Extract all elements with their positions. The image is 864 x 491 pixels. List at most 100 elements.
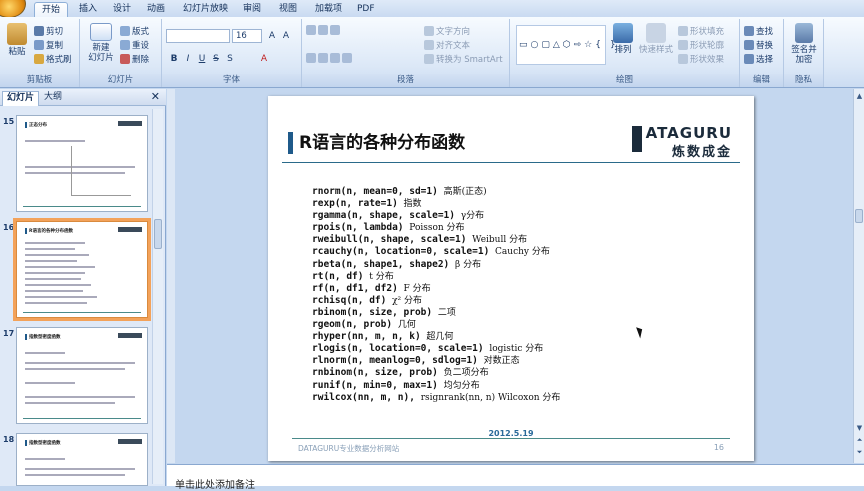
paste-icon xyxy=(7,23,27,45)
next-slide-icon[interactable]: ⏷ xyxy=(855,447,864,457)
smartart-button[interactable]: 转换为 SmartArt xyxy=(424,53,503,65)
slide-scrollbar[interactable]: ▲ ▼ ⏶ ⏷ xyxy=(853,89,864,463)
tab-review[interactable]: 审阅 xyxy=(236,2,268,17)
text-direction-icon xyxy=(424,26,434,36)
scissors-icon xyxy=(34,26,44,36)
align-buttons[interactable] xyxy=(306,53,352,63)
brush-icon xyxy=(34,54,44,64)
copy-button[interactable]: 复制 xyxy=(34,39,63,51)
outline-icon xyxy=(678,40,688,50)
smartart-icon xyxy=(424,54,434,64)
group-editing: 查找 替换 选择 编辑 xyxy=(740,19,784,87)
thumb-logo xyxy=(118,333,142,338)
tab-outline-panel[interactable]: 大纲 xyxy=(40,91,66,106)
group-label-font: 字体 xyxy=(162,74,301,87)
underline-button[interactable]: U xyxy=(196,53,208,65)
tab-view[interactable]: 视图 xyxy=(272,2,304,17)
align-right-icon xyxy=(330,53,340,63)
footer-divider xyxy=(292,438,730,439)
new-slide-button[interactable]: 新建 幻灯片 xyxy=(84,23,118,63)
scroll-thumb[interactable] xyxy=(855,209,863,223)
cut-button[interactable]: 剪切 xyxy=(34,25,63,37)
tab-pdf[interactable]: PDF xyxy=(350,2,382,17)
scroll-up-icon[interactable]: ▲ xyxy=(855,91,864,101)
group-font: 16 A A B I U S S A 字体 xyxy=(162,19,302,87)
layout-button[interactable]: 版式 xyxy=(120,25,149,37)
slide-thumbnail-16[interactable]: R语言的各种分布函数 xyxy=(13,218,151,321)
font-name-combo[interactable] xyxy=(166,29,230,43)
grow-font-icon[interactable]: A xyxy=(266,30,278,42)
office-button[interactable] xyxy=(0,0,26,18)
effects-icon xyxy=(678,54,688,64)
quick-styles-button[interactable]: 快速样式 xyxy=(636,23,676,55)
quick-styles-icon xyxy=(646,23,666,43)
bold-button[interactable]: B xyxy=(168,53,180,65)
reset-icon xyxy=(120,40,130,50)
shape-outline-button[interactable]: 形状轮廓 xyxy=(678,39,724,51)
arrange-button[interactable]: 排列 xyxy=(610,23,636,55)
shapes-gallery[interactable]: ▭○▢△⬡⇨☆{ } xyxy=(516,25,616,65)
thumb-logo xyxy=(118,227,142,232)
shadow-button[interactable]: S xyxy=(224,53,236,65)
slide-title[interactable]: R语言的各种分布函数 xyxy=(288,132,465,154)
shape-fill-button[interactable]: 形状填充 xyxy=(678,25,724,37)
code-line: rhyper(nn, m, n, k) 超几何 xyxy=(312,331,454,343)
tab-addins[interactable]: 加载项 xyxy=(308,2,349,17)
slide-number: 16 xyxy=(713,443,724,452)
reset-button[interactable]: 重设 xyxy=(120,39,149,51)
code-line: rgamma(n, shape, scale=1) γ分布 xyxy=(312,210,485,222)
strikethrough-button[interactable]: S xyxy=(210,53,222,65)
scroll-thumb[interactable] xyxy=(154,219,162,249)
code-line: rwilcox(nn, m, n), rsignrank(nn, n) Wilc… xyxy=(312,391,561,403)
shrink-font-icon[interactable]: A xyxy=(280,30,292,42)
scroll-down-icon[interactable]: ▼ xyxy=(855,423,864,433)
slide-canvas[interactable]: R语言的各种分布函数 ATAGURU 炼数成金 rnorm(n, mean=0,… xyxy=(268,96,754,461)
replace-button[interactable]: 替换 xyxy=(744,39,773,51)
font-color-icon[interactable]: A xyxy=(258,53,270,65)
group-label-drawing: 绘图 xyxy=(510,74,739,87)
code-line: rexp(n, rate=1) 指数 xyxy=(312,198,422,210)
paste-button[interactable]: 粘贴 xyxy=(4,23,30,57)
certificate-icon xyxy=(795,23,813,43)
select-button[interactable]: 选择 xyxy=(744,53,773,65)
group-clipboard: 粘贴 剪切 复制 格式刷 剪贴板 xyxy=(0,19,80,87)
group-drawing: ▭○▢△⬡⇨☆{ } 排列 快速样式 形状填充 形状轮廓 形状效果 绘图 xyxy=(510,19,740,87)
slide-thumbnail-17[interactable]: 指数型密度函数 xyxy=(16,327,148,424)
thumb-number: 17 xyxy=(3,329,15,338)
thumb-title: 正态分布 xyxy=(25,122,47,128)
delete-slide-button[interactable]: 删除 xyxy=(120,53,149,65)
slide-thumbnail-15[interactable]: 正态分布 xyxy=(16,115,148,212)
tab-home[interactable]: 开始 xyxy=(34,2,69,17)
logo-mark xyxy=(632,126,642,152)
code-line: rcauchy(n, location=0, scale=1) Cauchy 分… xyxy=(312,246,550,258)
italic-button[interactable]: I xyxy=(182,53,194,65)
font-size-combo[interactable]: 16 xyxy=(232,29,262,43)
select-icon xyxy=(744,54,754,64)
shape-effects-button[interactable]: 形状效果 xyxy=(678,53,724,65)
code-line: rbeta(n, shape1, shape2) β 分布 xyxy=(312,258,482,270)
close-icon[interactable]: ✕ xyxy=(151,91,160,103)
tab-slides-panel[interactable]: 幻灯片 xyxy=(2,91,40,106)
previous-slide-icon[interactable]: ⏶ xyxy=(855,435,864,445)
logo-text-bottom: 炼数成金 xyxy=(671,145,732,160)
align-text-button[interactable]: 对齐文本 xyxy=(424,39,470,51)
code-text-box[interactable]: rnorm(n, mean=0, sd=1) 高斯(正态) rexp(n, ra… xyxy=(312,186,560,404)
bullets-button[interactable] xyxy=(306,25,340,35)
ribbon-tab-bar: 开始 插入 设计 动画 幻灯片放映 审阅 视图 加载项 PDF xyxy=(0,0,864,18)
sign-encrypt-button[interactable]: 签名并 加密 xyxy=(786,23,822,65)
code-line: rlnorm(n, meanlog=0, sdlog=1) 对数正态 xyxy=(312,355,520,367)
bullets-icon xyxy=(306,25,316,35)
text-direction-button[interactable]: 文字方向 xyxy=(424,25,470,37)
tab-slideshow[interactable]: 幻灯片放映 xyxy=(176,2,235,17)
logo-text-top: ATAGURU xyxy=(645,124,732,142)
notes-pane[interactable]: 单击此处添加备注 xyxy=(167,464,864,491)
thumbnails-scrollbar[interactable] xyxy=(152,109,163,484)
group-label-clipboard: 剪贴板 xyxy=(0,74,79,87)
code-line: rlogis(n, location=0, scale=1) logistic … xyxy=(312,343,544,355)
tab-animations[interactable]: 动画 xyxy=(140,2,172,17)
tab-insert[interactable]: 插入 xyxy=(72,2,104,17)
format-painter-button[interactable]: 格式刷 xyxy=(34,53,72,65)
tab-design[interactable]: 设计 xyxy=(106,2,138,17)
slide-thumbnail-18[interactable]: 指数型密度函数 xyxy=(16,433,148,486)
find-button[interactable]: 查找 xyxy=(744,25,773,37)
